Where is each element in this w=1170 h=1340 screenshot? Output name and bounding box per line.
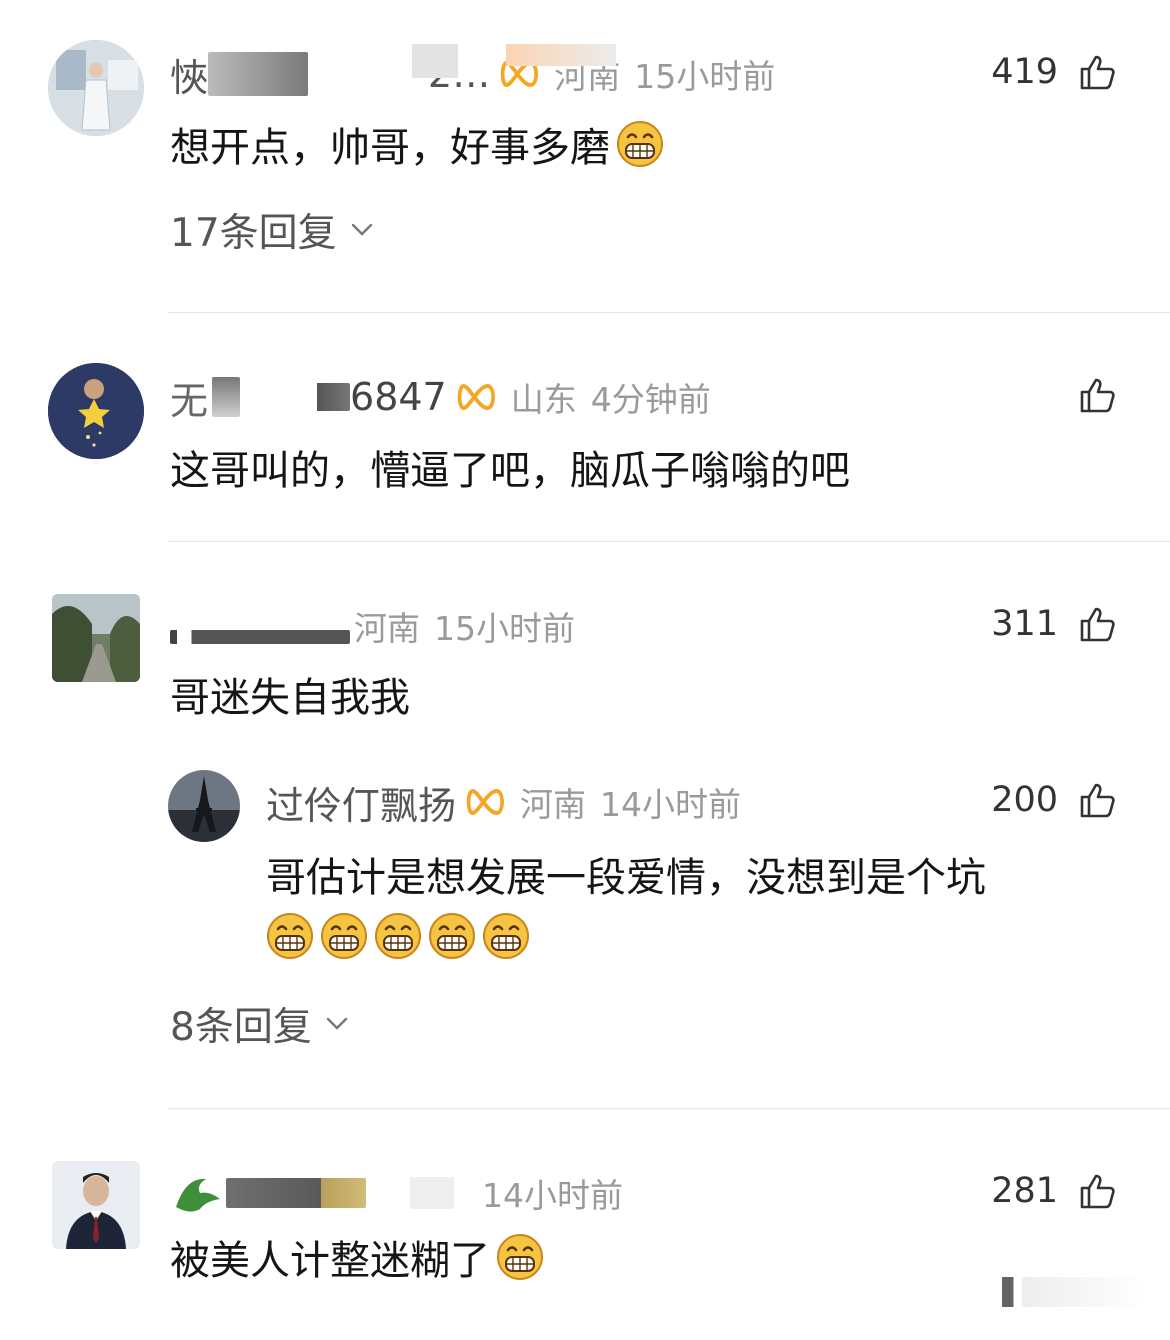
redacted-block [412,44,458,78]
man-suit-icon [52,1161,140,1249]
avatar[interactable] [52,594,140,682]
like-count: 311 [991,604,1058,644]
like-count: 419 [991,52,1058,92]
grin-emoji-icon [482,912,530,960]
like-button[interactable]: 200 [991,780,1118,820]
like-button[interactable]: 281 [991,1171,1118,1211]
expand-replies-button[interactable]: 8条回复 [170,998,348,1050]
timestamp: 14小时前 [482,1176,623,1215]
comment-item: 河南 15小时前 311 哥迷失自我我 过伶仃飘扬 河南 14小时前 200 哥… [0,542,1170,1108]
grin-emoji-icon [428,912,476,960]
thumbs-up-icon [1078,604,1118,644]
reply-text: 哥估计是想发展一段爱情，没想到是个坑 [266,846,986,902]
redacted-username [170,630,350,644]
redacted-username [308,52,349,96]
eiffel-tower-icon [168,770,240,842]
vip-badge-icon [457,382,497,412]
username[interactable]: 过伶仃飘扬 [266,775,456,830]
watermark [1002,1277,1146,1307]
redacted-username [212,377,241,417]
grin-emoji-icon [374,912,422,960]
thumbs-up-icon [1078,780,1118,820]
emoji-row [266,912,530,960]
redacted-username [208,52,309,96]
like-count: 281 [991,1171,1058,1211]
vip-badge-icon [466,787,506,817]
redacted-username [226,1178,366,1208]
timestamp: 15小时前 [434,609,575,648]
comment-item: 悏 2… 河南 15小时前 419 想开点，帅哥，好事多磨 17条回复 [0,0,1170,312]
location: 山东 [510,380,577,419]
username[interactable]: 悏 [170,47,208,102]
grin-emoji-icon [266,912,314,960]
comment-text-content: 想开点，帅哥，好事多磨 [170,125,610,171]
redacted-username [240,383,351,411]
timestamp: 15小时前 [634,57,776,96]
thumbs-up-icon [1078,52,1118,92]
thumbs-up-icon [1078,1171,1118,1211]
grin-emoji-icon [320,912,368,960]
location: 河南 [354,609,420,648]
redacted-username [410,1177,454,1209]
chevron-down-icon [351,223,373,237]
like-button[interactable] [1058,375,1118,415]
timestamp: 4分钟前 [590,380,711,419]
comment-text-content: 被美人计整迷糊了 [170,1238,490,1284]
comment-text-content: 这哥叫的，懵逼了吧，脑瓜子嗡嗡的吧 [170,448,850,494]
comment-text: 哥迷失自我我 [170,666,410,722]
comment-item: 无 6847 山东 4分钟前 这哥叫的，懵逼了吧，脑瓜子嗡嗡的吧 [0,313,1170,541]
avatar[interactable] [52,1161,140,1249]
chevron-down-icon [326,1017,348,1031]
timestamp: 14小时前 [600,785,742,824]
comment-meta: 河南 15小时前 [170,598,575,654]
thumbs-up-icon [1078,375,1118,415]
comment-text: 被美人计整迷糊了 [170,1229,544,1285]
redacted-block [506,44,616,66]
comment-text-content: 哥迷失自我我 [170,675,410,721]
grin-emoji-icon [616,120,664,168]
replies-count: 8条回复 [170,1005,312,1050]
avatar[interactable] [48,363,144,459]
like-button[interactable]: 419 [991,52,1118,92]
person-photo-icon [48,40,144,136]
comment-text: 想开点，帅哥，好事多磨 [170,116,664,172]
username-tail: 6847 [350,375,447,419]
comment-meta: 悏 2… 河南 15小时前 [170,46,775,102]
comment-text: 这哥叫的，懵逼了吧，脑瓜子嗡嗡的吧 [170,439,850,495]
star-night-icon [48,363,144,459]
like-count: 200 [991,780,1058,820]
replies-count: 17条回复 [170,211,337,256]
avatar[interactable] [168,770,240,842]
reply-meta: 过伶仃飘扬 河南 14小时前 [266,774,741,830]
username[interactable]: 无 [170,370,208,425]
reply-text-content: 哥估计是想发展一段爱情，没想到是个坑 [266,855,986,901]
comment-meta: 无 6847 山东 4分钟前 [170,369,711,425]
reply-item: 过伶仃飘扬 河南 14小时前 200 哥估计是想发展一段爱情，没想到是个坑 [0,762,1170,982]
comment-item: 14小时前 281 被美人计整迷糊了 [0,1109,1170,1340]
grin-emoji-icon [496,1233,544,1281]
street-photo-icon [52,594,140,682]
expand-replies-button[interactable]: 17条回复 [170,204,373,256]
location: 河南 [520,785,587,824]
dragon-icon [176,1178,220,1212]
comment-meta: 14小时前 [170,1163,623,1223]
avatar[interactable] [48,40,144,136]
like-button[interactable]: 311 [991,604,1118,644]
